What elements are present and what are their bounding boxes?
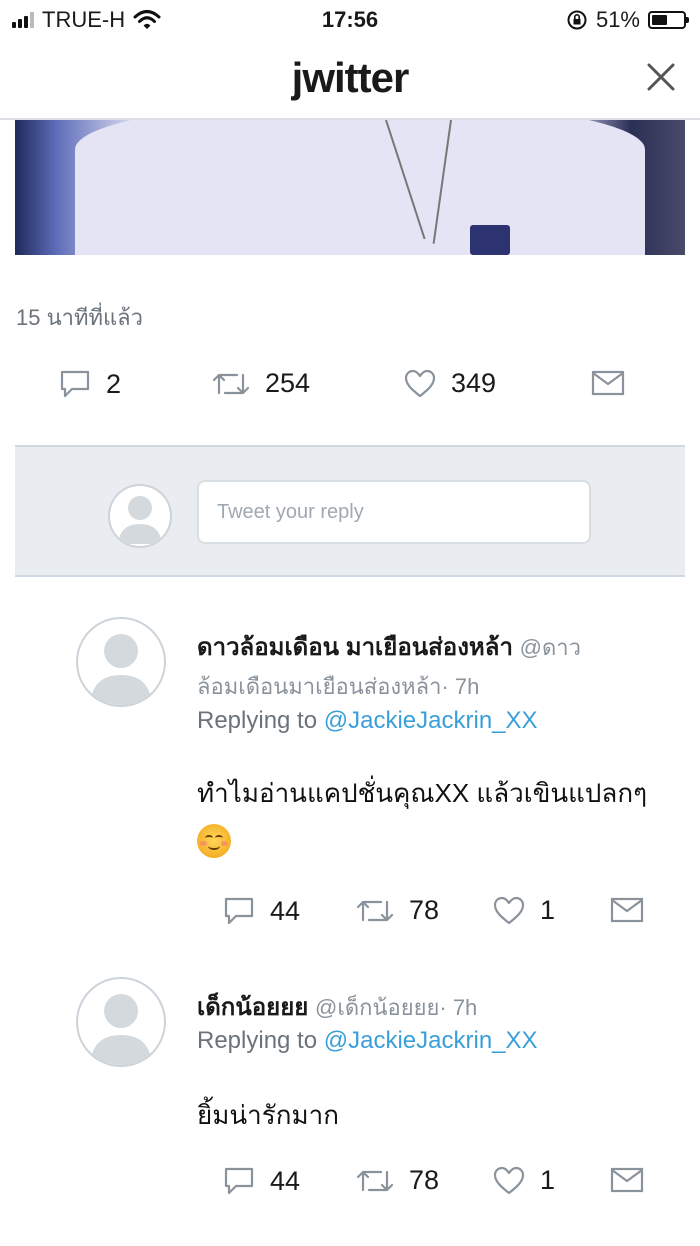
app-logo: jwitter bbox=[291, 54, 410, 101]
retweet-icon bbox=[212, 373, 250, 394]
tweet-text-content: ทำไมอ่านแคปชั่นคุณXX แล้วเขินแปลกๆ bbox=[197, 778, 648, 808]
tweet-photo[interactable] bbox=[15, 120, 685, 255]
reply-button[interactable]: 44 bbox=[222, 1165, 300, 1197]
reply-button[interactable]: 2 bbox=[58, 368, 121, 400]
mention-link[interactable]: @JackieJackrin_XX bbox=[324, 707, 538, 734]
user-handle: @ดาว bbox=[519, 635, 581, 660]
retweet-button[interactable]: 254 bbox=[211, 368, 310, 399]
mention-link[interactable]: @JackieJackrin_XX bbox=[324, 1027, 538, 1054]
avatar[interactable] bbox=[76, 617, 166, 707]
like-count: 1 bbox=[540, 895, 556, 925]
retweet-button[interactable]: 78 bbox=[355, 895, 439, 926]
reply-button[interactable]: 44 bbox=[222, 895, 300, 927]
reply-icon bbox=[60, 370, 90, 398]
direct-message-button[interactable] bbox=[610, 897, 644, 923]
reply-count: 2 bbox=[106, 368, 122, 399]
my-avatar bbox=[108, 484, 172, 548]
smiling-face-icon bbox=[197, 824, 231, 859]
reply-tweet: เด็กน้อยยย @เด็กน้อยยย· 7h Replying to @… bbox=[0, 975, 700, 1215]
reply-tweet: ดาวล้อมเดือน มาเยือนส่องหล้า @ดาว ล้อมเด… bbox=[0, 615, 700, 945]
heart-icon bbox=[493, 896, 525, 924]
display-name[interactable]: ดาวล้อมเดือน มาเยือนส่องหล้า bbox=[197, 634, 513, 661]
retweet-button[interactable]: 78 bbox=[355, 1165, 439, 1196]
like-button[interactable]: 1 bbox=[492, 895, 555, 926]
envelope-icon bbox=[591, 370, 625, 396]
default-avatar-icon bbox=[118, 496, 162, 544]
tweet-timestamp: 15 นาทีที่แล้ว bbox=[16, 305, 143, 330]
status-bar: TRUE-H 17:56 51% bbox=[0, 0, 700, 40]
replying-prefix: Replying to bbox=[197, 1027, 318, 1054]
close-icon[interactable] bbox=[644, 60, 678, 94]
like-button[interactable]: 1 bbox=[492, 1165, 555, 1196]
tweet-text: ยิ้มน่ารักมาก bbox=[197, 1100, 339, 1130]
retweet-icon bbox=[356, 1170, 394, 1191]
reply-input[interactable] bbox=[197, 480, 591, 544]
replying-prefix: Replying to bbox=[197, 707, 318, 734]
user-handle: @เด็กน้อยยย· 7h bbox=[315, 995, 478, 1020]
envelope-icon bbox=[610, 1167, 644, 1193]
status-right: 51% bbox=[566, 7, 689, 33]
reply-icon bbox=[224, 897, 254, 925]
battery-percent: 51% bbox=[595, 7, 640, 32]
retweet-count: 78 bbox=[409, 1165, 440, 1195]
replying-to: Replying to @JackieJackrin_XX bbox=[197, 1027, 538, 1055]
retweet-count: 78 bbox=[409, 895, 440, 925]
envelope-icon bbox=[610, 897, 644, 923]
like-button[interactable]: 349 bbox=[403, 368, 496, 399]
like-count: 1 bbox=[540, 1165, 556, 1195]
reply-count: 44 bbox=[270, 895, 301, 926]
heart-icon bbox=[404, 369, 436, 397]
retweet-count: 254 bbox=[265, 368, 311, 398]
like-count: 349 bbox=[451, 368, 497, 398]
tweet-text: ทำไมอ่านแคปชั่นคุณXX แล้วเขินแปลกๆ bbox=[197, 770, 677, 862]
replying-to: Replying to @JackieJackrin_XX bbox=[197, 707, 538, 735]
direct-message-button[interactable] bbox=[610, 1167, 644, 1193]
retweet-icon bbox=[356, 900, 394, 921]
battery-icon bbox=[648, 11, 689, 29]
reply-count: 44 bbox=[270, 1165, 301, 1196]
default-avatar-icon bbox=[90, 994, 152, 1065]
orientation-lock-icon bbox=[567, 10, 587, 30]
display-name[interactable]: เด็กน้อยยย bbox=[197, 994, 308, 1021]
heart-icon bbox=[493, 1166, 525, 1194]
reply-composer bbox=[15, 445, 685, 577]
direct-message-button[interactable] bbox=[591, 370, 625, 396]
app-header: jwitter bbox=[0, 40, 700, 120]
avatar[interactable] bbox=[76, 977, 166, 1067]
default-avatar-icon bbox=[90, 634, 152, 705]
reply-icon bbox=[224, 1167, 254, 1195]
user-handle-cont: ล้อมเดือนมาเยือนส่องหล้า· 7h bbox=[197, 674, 480, 699]
